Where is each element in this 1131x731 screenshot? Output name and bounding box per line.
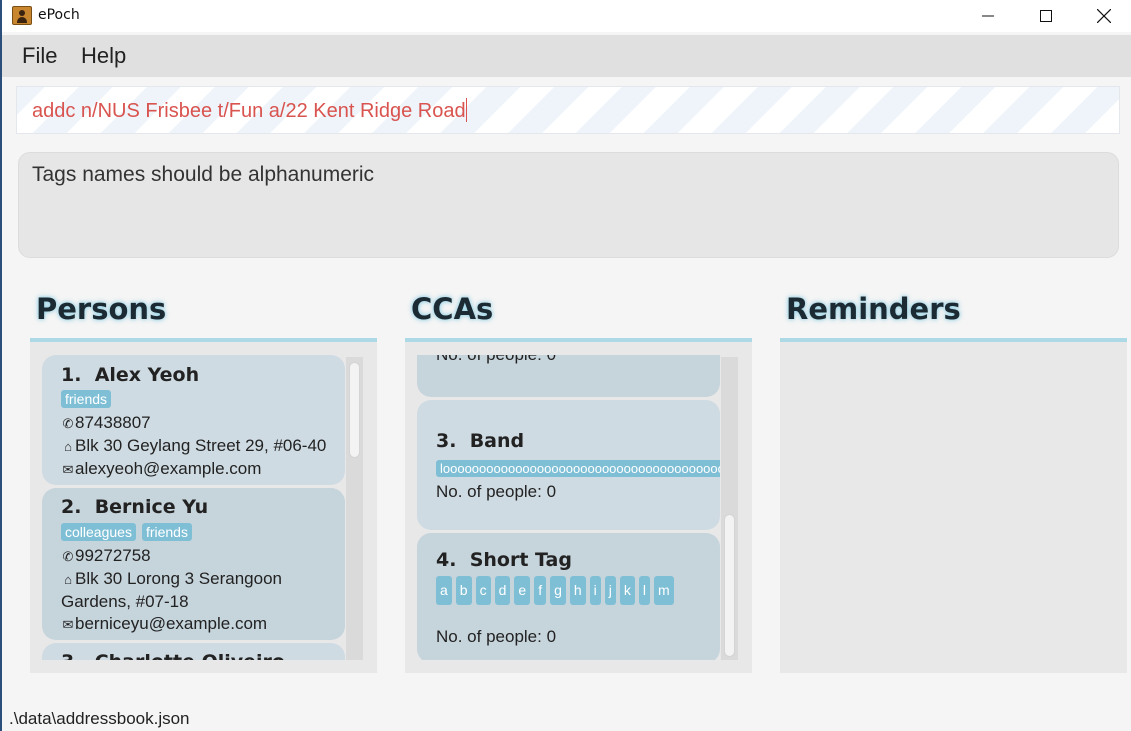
result-display: Tags names should be alphanumeric <box>18 152 1119 258</box>
tag: looooooooooooooooooooooooooooooooooooooo… <box>436 460 720 477</box>
person-name: 2. Bernice Yu <box>61 496 209 518</box>
window-frame-edge <box>0 0 2 731</box>
ccas-scrollbar[interactable] <box>721 357 738 660</box>
person-phone: ✆99272758 <box>62 546 151 565</box>
cca-tags: abcdefghijklm <box>436 576 706 605</box>
person-phone: ✆87438807 <box>62 413 151 432</box>
persons-scrollbar-thumb[interactable] <box>349 362 360 458</box>
maximize-button[interactable] <box>1023 0 1069 32</box>
ccas-panel: No. of people: 0 3. Band loooooooooooooo… <box>405 338 752 673</box>
ccas-scrollbar-thumb[interactable] <box>724 514 735 657</box>
title-bar: ePoch <box>2 0 1131 32</box>
tag: h <box>569 576 586 605</box>
reminders-panel <box>780 338 1127 673</box>
command-text: addc n/NUS Frisbee t/Fun a/22 Kent Ridge… <box>32 98 467 123</box>
cca-card[interactable]: 3. Band looooooooooooooooooooooooooooooo… <box>417 400 720 530</box>
tag: g <box>550 576 566 605</box>
reminder-list <box>792 355 1112 660</box>
person-card[interactable]: 1. Alex Yeoh friends ✆87438807 ⌂ Blk 30 G… <box>42 355 345 485</box>
tag: e <box>514 576 531 605</box>
person-name: 1. Alex Yeoh <box>61 364 200 386</box>
close-icon <box>1097 9 1111 23</box>
person-tags: colleagues friends <box>61 522 198 541</box>
person-tags: friends <box>61 389 117 408</box>
command-value: addc n/NUS Frisbee t/Fun a/22 Kent Ridge… <box>32 100 466 122</box>
person-address-cont: Gardens, #07-18 <box>61 592 189 611</box>
cca-people-count: No. of people: 0 <box>436 627 557 646</box>
cca-people-count: No. of people: 0 <box>436 482 557 501</box>
tag: b <box>455 576 472 605</box>
minimize-button[interactable] <box>965 0 1011 32</box>
person-card[interactable]: 3. Charlotte Oliveiro <box>42 643 345 660</box>
close-button[interactable] <box>1081 0 1127 32</box>
window-title: ePoch <box>38 7 80 23</box>
reminders-panel-title: Reminders <box>786 292 961 326</box>
home-icon: ⌂ <box>64 572 72 587</box>
person-list: 1. Alex Yeoh friends ✆87438807 ⌂ Blk 30 G… <box>42 355 346 660</box>
cca-name: 4. Short Tag <box>436 549 572 571</box>
person-card[interactable]: 2. Bernice Yu colleagues friends ✆9927275… <box>42 488 345 640</box>
result-message: Tags names should be alphanumeric <box>32 163 375 186</box>
tag: i <box>589 576 601 605</box>
menu-bar: File Help <box>2 35 1131 77</box>
app-logo-icon <box>12 6 32 25</box>
minimize-icon <box>982 15 994 17</box>
email-icon: ✉ <box>62 462 74 477</box>
tag: l <box>638 576 651 605</box>
tag: c <box>475 576 491 605</box>
tag: friends <box>141 523 192 541</box>
cca-tags: looooooooooooooooooooooooooooooooooooooo… <box>436 458 720 477</box>
tag: k <box>619 576 635 605</box>
tag: f <box>534 576 547 605</box>
cca-list: No. of people: 0 3. Band loooooooooooooo… <box>417 355 721 660</box>
ccas-panel-title: CCAs <box>411 292 494 326</box>
person-email: ✉berniceyu@example.com <box>62 614 268 633</box>
tag: friends <box>61 390 112 408</box>
person-email: ✉alexyeoh@example.com <box>62 459 262 478</box>
email-icon: ✉ <box>62 617 74 632</box>
tag: colleagues <box>61 523 136 541</box>
phone-icon: ✆ <box>62 549 74 564</box>
person-name: 3. Charlotte Oliveiro <box>61 651 285 660</box>
menu-file[interactable]: File <box>22 43 57 69</box>
persons-panel: 1. Alex Yeoh friends ✆87438807 ⌂ Blk 30 G… <box>30 338 377 673</box>
command-input[interactable]: addc n/NUS Frisbee t/Fun a/22 Kent Ridge… <box>16 86 1120 134</box>
home-icon: ⌂ <box>64 439 72 454</box>
person-address: ⌂ Blk 30 Geylang Street 29, #06-40 <box>61 436 326 456</box>
status-bar-path: .\data\addressbook.json <box>9 709 190 728</box>
cca-name: 3. Band <box>436 430 525 452</box>
tag: a <box>436 576 452 605</box>
person-address: ⌂ Blk 30 Lorong 3 Serangoon <box>61 569 282 589</box>
maximize-icon <box>1040 10 1052 22</box>
persons-scrollbar[interactable] <box>346 357 363 660</box>
tag: j <box>604 576 616 605</box>
tag: m <box>654 576 674 605</box>
menu-help[interactable]: Help <box>81 43 126 69</box>
cca-people-count: No. of people: 0 <box>436 355 556 365</box>
phone-icon: ✆ <box>62 416 74 431</box>
tag: d <box>494 576 511 605</box>
cca-card[interactable]: No. of people: 0 <box>417 355 720 397</box>
persons-panel-title: Persons <box>36 292 167 326</box>
text-caret <box>465 98 467 122</box>
cca-card[interactable]: 4. Short Tag abcdefghijklm No. of people… <box>417 533 720 660</box>
